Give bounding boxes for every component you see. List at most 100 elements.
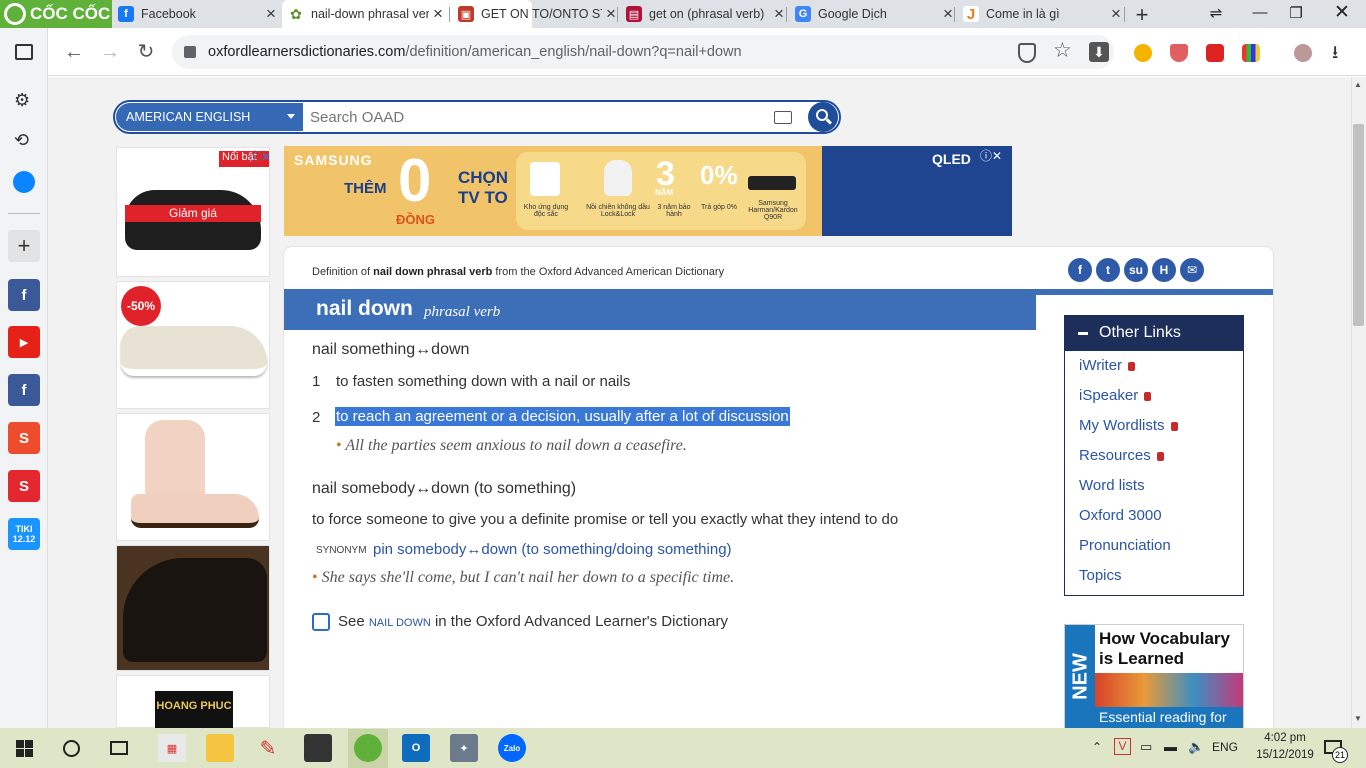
extension-icon[interactable] xyxy=(1206,44,1224,62)
facebook-icon[interactable]: f xyxy=(8,279,40,311)
synonym-link[interactable]: pin somebody↔down (to something/doing so… xyxy=(373,541,732,558)
other-link-iwriter[interactable]: iWriter xyxy=(1079,357,1136,374)
history-icon[interactable]: ⟲ xyxy=(14,130,29,151)
tv-image xyxy=(530,162,560,196)
clock-date[interactable]: 15/12/2019 xyxy=(1250,749,1320,761)
new-tab-button[interactable]: + xyxy=(1130,2,1154,27)
tab-title: GET ON TO/ONTO ST xyxy=(481,7,602,21)
dictionary-select-value: AMERICAN ENGLISH xyxy=(126,110,251,124)
tab-search-icon[interactable]: ⇌ xyxy=(1206,4,1226,22)
reload-button[interactable]: ↻ xyxy=(134,40,158,64)
browser-logo[interactable]: CỐC CỐC xyxy=(0,0,112,28)
other-link-topics[interactable]: Topics xyxy=(1079,567,1122,584)
coccoc-taskbar-icon[interactable] xyxy=(354,734,382,762)
windows-taskbar xyxy=(0,728,1366,768)
avatar[interactable] xyxy=(1294,44,1312,62)
volume-icon[interactable]: 🔈 xyxy=(1188,739,1204,755)
dictionary-select[interactable]: AMERICAN ENGLISH xyxy=(116,103,303,131)
tab-google-translate[interactable]: G Google Dịch × xyxy=(789,0,957,28)
ad-shoe-3[interactable] xyxy=(116,413,270,541)
clock-time[interactable]: 4:02 pm xyxy=(1252,732,1318,744)
shopee-icon[interactable]: S xyxy=(8,422,40,454)
ad-info-icon[interactable]: ⓘ✕ xyxy=(980,147,1002,164)
input-language[interactable]: ENG xyxy=(1212,740,1238,754)
promo-new-label: NEW xyxy=(1069,653,1092,700)
download-page-icon[interactable]: ⬇ xyxy=(1089,42,1109,62)
youtube-icon[interactable]: ▶ xyxy=(8,326,40,358)
minimize-button[interactable]: — xyxy=(1250,4,1270,21)
other-link-pronunciation[interactable]: Pronunciation xyxy=(1079,537,1171,554)
email-share-icon[interactable]: ✉ xyxy=(1180,258,1204,282)
downloads-icon[interactable]: ⭳ xyxy=(1332,40,1338,70)
app-icon[interactable]: ✦ xyxy=(450,734,478,762)
search-icon-handle xyxy=(825,118,833,125)
address-bar[interactable]: oxfordlearnersdictionaries.com/definitio… xyxy=(172,35,1114,69)
keyboard-icon[interactable] xyxy=(774,111,792,124)
battery-icon[interactable]: ▭ xyxy=(1140,739,1152,755)
maximize-button[interactable]: ❐ xyxy=(1286,4,1306,22)
link-label: My Wordlists xyxy=(1079,417,1165,434)
task-view-icon[interactable] xyxy=(110,741,128,755)
tab-dictionary[interactable]: ▤ get on (phrasal verb) × xyxy=(620,0,788,28)
ad-shoe-4[interactable] xyxy=(116,545,270,671)
shield-icon[interactable] xyxy=(1018,43,1036,63)
forward-button[interactable]: → xyxy=(98,40,122,64)
promo-how-vocabulary[interactable]: NEW How Vocabulary is Learned Essential … xyxy=(1064,624,1244,729)
other-links-header[interactable]: Other Links xyxy=(1064,315,1244,351)
close-icon[interactable]: × xyxy=(262,4,280,24)
banner-brand: SAMSUNG xyxy=(294,152,373,168)
dictionary-icon: ▤ xyxy=(626,6,642,22)
tab-facebook[interactable]: f Facebook × xyxy=(112,0,280,28)
lock-icon xyxy=(1156,452,1164,461)
tab-cambridge[interactable]: ▣ GET ON TO/ONTO ST × xyxy=(452,0,620,28)
file-explorer-icon[interactable] xyxy=(206,734,234,762)
tray-app-icon[interactable]: V xyxy=(1114,738,1131,755)
other-link-word-lists[interactable]: Word lists xyxy=(1079,477,1145,494)
ad-close-icon[interactable]: ⓘ✕ xyxy=(249,148,271,165)
windows-start-icon[interactable] xyxy=(16,740,33,757)
search-button[interactable] xyxy=(808,102,838,132)
twitter-share-icon[interactable]: t xyxy=(1096,258,1120,282)
other-link-resources[interactable]: Resources xyxy=(1079,447,1164,464)
sticky-notes-icon[interactable] xyxy=(304,734,332,762)
messenger-icon[interactable] xyxy=(13,171,35,193)
see-also-link[interactable]: NAIL DOWN xyxy=(369,617,431,629)
gear-icon[interactable]: ⚙ xyxy=(14,90,30,111)
facebook-icon[interactable]: f xyxy=(8,374,40,406)
close-window-button[interactable]: ✕ xyxy=(1332,1,1352,24)
ad-banner[interactable]: SAMSUNG THÊM 0 ĐỒNG CHỌN TV TO 3 NĂM 0% … xyxy=(284,146,1012,236)
search-icon[interactable] xyxy=(63,740,80,757)
bookmark-star-icon[interactable]: ☆ xyxy=(1053,38,1072,63)
close-icon[interactable]: × xyxy=(429,4,447,24)
back-button[interactable]: ← xyxy=(62,40,86,64)
outlook-icon[interactable]: O xyxy=(402,734,430,762)
other-link-my-wordlists[interactable]: My Wordlists xyxy=(1079,417,1178,434)
ad-shoe-1[interactable]: Giảm giá Nổi bật xyxy=(116,147,270,277)
search-input[interactable] xyxy=(310,106,765,128)
extension-icon[interactable] xyxy=(1242,44,1260,62)
scroll-down-arrow[interactable]: ▼ xyxy=(1354,714,1362,723)
close-icon[interactable]: × xyxy=(1107,4,1125,24)
add-panel-button[interactable]: + xyxy=(8,230,40,262)
other-link-oxford-3000[interactable]: Oxford 3000 xyxy=(1079,507,1162,524)
app-icon[interactable]: ▦ xyxy=(158,734,186,762)
scroll-up-arrow[interactable]: ▲ xyxy=(1354,80,1362,89)
sendo-icon[interactable]: S xyxy=(8,470,40,502)
extension-icon[interactable] xyxy=(1170,44,1188,62)
sidebar-toggle-icon[interactable] xyxy=(15,44,33,60)
other-link-ispeaker[interactable]: iSpeaker xyxy=(1079,387,1152,404)
paint-icon[interactable]: ✎ xyxy=(254,734,282,762)
extension-icon[interactable] xyxy=(1134,44,1152,62)
tray-chevron-icon[interactable]: ⌃ xyxy=(1092,740,1102,754)
ad-shoe-2[interactable]: -50% xyxy=(116,281,270,409)
ad-store[interactable]: HOANG PHUC xyxy=(116,675,270,729)
network-icon[interactable]: ▬ xyxy=(1164,739,1177,754)
tiki-icon[interactable]: TIKI 12.12 xyxy=(8,518,40,550)
scrollbar-thumb[interactable] xyxy=(1353,124,1364,326)
stumbleupon-share-icon[interactable]: su xyxy=(1124,258,1148,282)
zalo-icon[interactable]: Zalo xyxy=(498,734,526,762)
tab-come-in[interactable]: J Come in là gì × xyxy=(957,0,1125,28)
banner-products: 3 NĂM 0% Kho ứng dụng độc sắc Nồi chiên … xyxy=(516,152,806,230)
facebook-share-icon[interactable]: f xyxy=(1068,258,1092,282)
hatena-share-icon[interactable]: H xyxy=(1152,258,1176,282)
